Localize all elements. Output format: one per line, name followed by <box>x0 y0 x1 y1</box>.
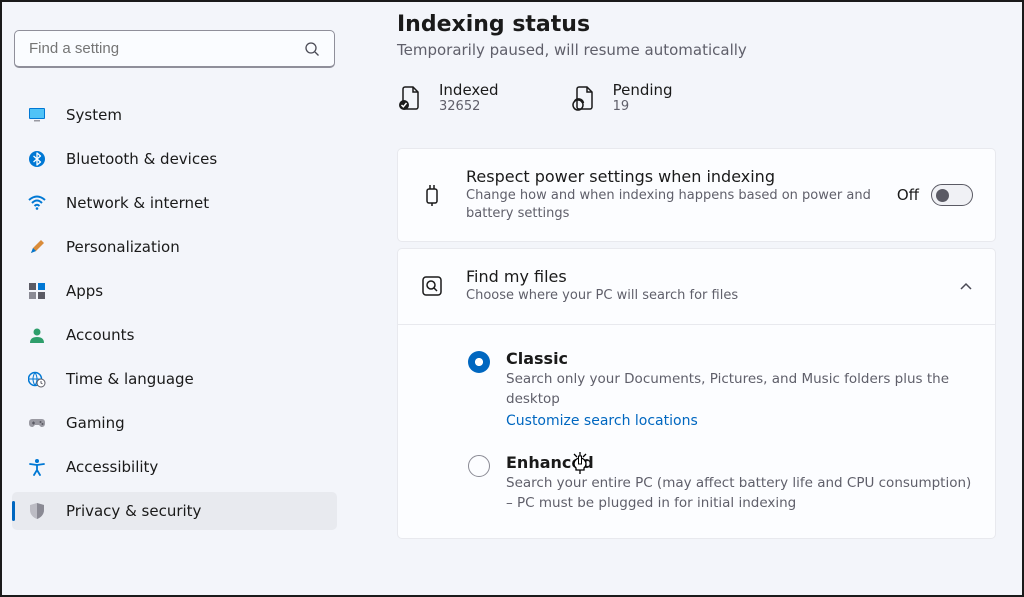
sidebar-item-label: Gaming <box>66 414 125 432</box>
stat-pending-label: Pending <box>613 81 673 99</box>
sidebar-item-label: Network & internet <box>66 194 209 212</box>
sidebar-item-label: Time & language <box>66 370 194 388</box>
card-desc: Choose where your PC will search for fil… <box>466 287 896 305</box>
card-power-settings: Respect power settings when indexing Cha… <box>397 148 996 242</box>
search-input[interactable] <box>29 40 304 57</box>
radio-enhanced[interactable] <box>468 455 490 477</box>
page-title: Indexing status <box>397 12 996 37</box>
card-desc: Change how and when indexing happens bas… <box>466 187 875 223</box>
wifi-icon <box>28 194 46 212</box>
pending-icon <box>571 85 597 111</box>
index-stats: Indexed 32652 Pending 19 <box>397 81 996 114</box>
sidebar-item-label: System <box>66 106 122 124</box>
shield-icon <box>28 502 46 520</box>
person-icon <box>28 326 46 344</box>
find-files-body: Classic Search only your Documents, Pict… <box>398 324 995 538</box>
sidebar-item-accounts[interactable]: Accounts <box>12 316 337 354</box>
main-panel: Indexing status Temporarily paused, will… <box>347 2 1022 595</box>
chevron-up-icon <box>959 279 973 293</box>
customize-search-locations-link[interactable]: Customize search locations <box>506 413 698 429</box>
search-icon <box>304 41 320 57</box>
clock-globe-icon <box>28 370 46 388</box>
paintbrush-icon <box>28 238 46 256</box>
sidebar-item-label: Personalization <box>66 238 180 256</box>
option-title: Classic <box>506 349 973 368</box>
accessibility-icon <box>28 458 46 476</box>
card-title: Find my files <box>466 267 937 286</box>
option-desc: Search your entire PC (may affect batter… <box>506 473 973 514</box>
gamepad-icon <box>28 414 46 432</box>
file-search-icon <box>420 274 444 298</box>
sidebar-item-accessibility[interactable]: Accessibility <box>12 448 337 486</box>
sidebar-item-label: Accounts <box>66 326 134 344</box>
page-subtitle: Temporarily paused, will resume automati… <box>397 41 996 59</box>
bluetooth-icon <box>28 150 46 168</box>
sidebar-item-bluetooth[interactable]: Bluetooth & devices <box>12 140 337 178</box>
plug-icon <box>420 183 444 207</box>
stat-pending-value: 19 <box>613 99 673 114</box>
sidebar-item-gaming[interactable]: Gaming <box>12 404 337 442</box>
card-title: Respect power settings when indexing <box>466 167 875 186</box>
sidebar-item-privacy[interactable]: Privacy & security <box>12 492 337 530</box>
sidebar-item-network[interactable]: Network & internet <box>12 184 337 222</box>
search-input-container[interactable] <box>14 30 335 68</box>
stat-indexed: Indexed 32652 <box>397 81 499 114</box>
sidebar-item-personalization[interactable]: Personalization <box>12 228 337 266</box>
sidebar: System Bluetooth & devices Network & int… <box>2 2 347 595</box>
option-classic[interactable]: Classic Search only your Documents, Pict… <box>468 349 973 430</box>
sidebar-item-apps[interactable]: Apps <box>12 272 337 310</box>
sidebar-item-label: Apps <box>66 282 103 300</box>
option-enhanced[interactable]: Enhanced Search your entire PC (may affe… <box>468 453 973 514</box>
sidebar-item-system[interactable]: System <box>12 96 337 134</box>
option-title: Enhanced <box>506 453 973 472</box>
option-desc: Search only your Documents, Pictures, an… <box>506 369 973 410</box>
apps-icon <box>28 282 46 300</box>
find-files-header[interactable]: Find my files Choose where your PC will … <box>398 249 995 323</box>
sidebar-item-label: Accessibility <box>66 458 158 476</box>
stat-indexed-label: Indexed <box>439 81 499 99</box>
toggle-state: Off <box>897 186 919 204</box>
sidebar-item-label: Bluetooth & devices <box>66 150 217 168</box>
system-icon <box>28 106 46 124</box>
card-find-my-files: Find my files Choose where your PC will … <box>397 248 996 538</box>
stat-indexed-value: 32652 <box>439 99 499 114</box>
sidebar-item-label: Privacy & security <box>66 502 201 520</box>
power-toggle[interactable] <box>931 184 973 206</box>
radio-classic[interactable] <box>468 351 490 373</box>
sidebar-nav: System Bluetooth & devices Network & int… <box>12 96 337 530</box>
stat-pending: Pending 19 <box>571 81 673 114</box>
sidebar-item-time[interactable]: Time & language <box>12 360 337 398</box>
indexed-icon <box>397 85 423 111</box>
